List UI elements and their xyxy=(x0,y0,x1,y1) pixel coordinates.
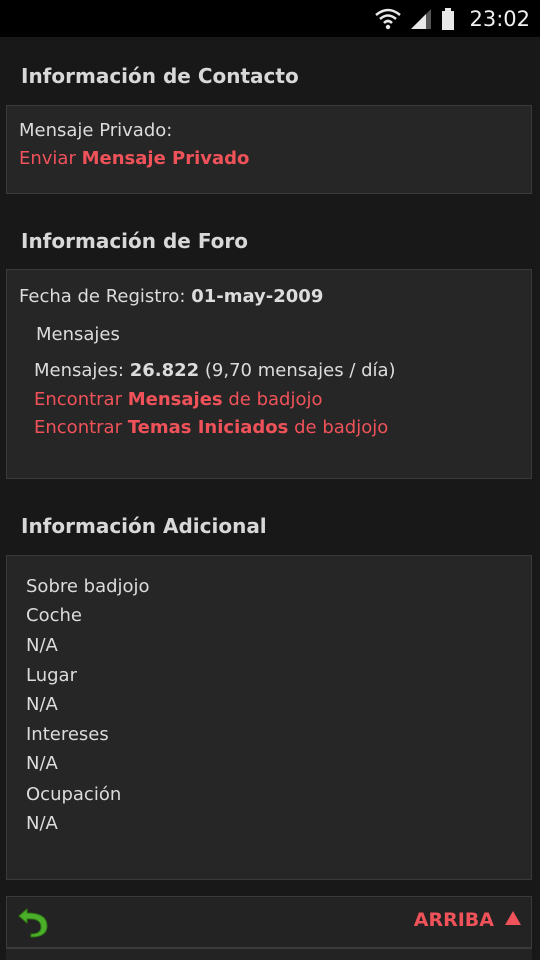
send-pm-bold: Mensaje Privado xyxy=(81,148,250,169)
battery-icon xyxy=(441,7,455,31)
field-label-coche: Coche xyxy=(26,605,82,626)
find-posts-suffix: de badjojo xyxy=(228,389,323,410)
find-threads-link[interactable]: Encontrar Temas Iniciados de badjojo xyxy=(34,417,388,438)
status-bar: 23:02 xyxy=(0,0,540,37)
find-posts-link[interactable]: Encontrar Mensajes de badjojo xyxy=(34,389,323,410)
about-heading: Sobre badjojo xyxy=(26,576,150,597)
forum-panel: Fecha de Registro: 01-may-2009 Mensajes … xyxy=(6,269,532,479)
signal-icon xyxy=(409,7,433,31)
registration-label: Fecha de Registro: xyxy=(19,286,186,307)
pm-label: Mensaje Privado: xyxy=(19,120,173,141)
find-posts-bold: Mensajes xyxy=(127,389,223,410)
messages-rate: (9,70 mensajes / día) xyxy=(204,360,396,381)
messages-heading: Mensajes xyxy=(36,324,120,345)
field-value-intereses: N/A xyxy=(26,753,58,774)
field-label-ocupacion: Ocupación xyxy=(26,784,122,805)
back-icon[interactable] xyxy=(17,905,51,943)
back-icon-secondary[interactable] xyxy=(16,955,36,960)
find-threads-suffix: de badjojo xyxy=(294,417,389,438)
back-to-top-button[interactable]: ARRIBA xyxy=(414,909,522,931)
registration-date: 01-may-2009 xyxy=(191,286,324,307)
messages-label: Mensajes: xyxy=(34,360,124,381)
send-pm-prefix: Enviar xyxy=(19,148,76,169)
field-value-lugar: N/A xyxy=(26,694,58,715)
find-posts-prefix: Encontrar xyxy=(34,389,122,410)
footer-bar-secondary xyxy=(6,948,532,960)
find-threads-bold: Temas Iniciados xyxy=(127,417,289,438)
messages-stats: Mensajes: 26.822 (9,70 mensajes / día) xyxy=(34,360,396,381)
back-to-top-label: ARRIBA xyxy=(413,909,494,931)
additional-section-title: Información Adicional xyxy=(21,514,267,538)
clock: 23:02 xyxy=(469,6,530,31)
send-pm-link[interactable]: Enviar Mensaje Privado xyxy=(19,148,249,169)
contact-panel: Mensaje Privado: Enviar Mensaje Privado xyxy=(6,105,532,194)
field-label-intereses: Intereses xyxy=(26,724,109,745)
field-label-lugar: Lugar xyxy=(26,665,77,686)
field-value-ocupacion: N/A xyxy=(26,813,58,834)
field-value-coche: N/A xyxy=(26,635,58,656)
additional-panel: Sobre badjojo Coche N/A Lugar N/A Intere… xyxy=(6,555,532,880)
forum-section-title: Información de Foro xyxy=(21,229,249,253)
registration-row: Fecha de Registro: 01-may-2009 xyxy=(19,286,323,307)
wifi-icon xyxy=(375,7,402,31)
arrow-up-icon xyxy=(504,909,522,931)
find-threads-prefix: Encontrar xyxy=(34,417,122,438)
messages-count: 26.822 xyxy=(129,360,200,381)
contact-section-title: Información de Contacto xyxy=(21,64,299,88)
